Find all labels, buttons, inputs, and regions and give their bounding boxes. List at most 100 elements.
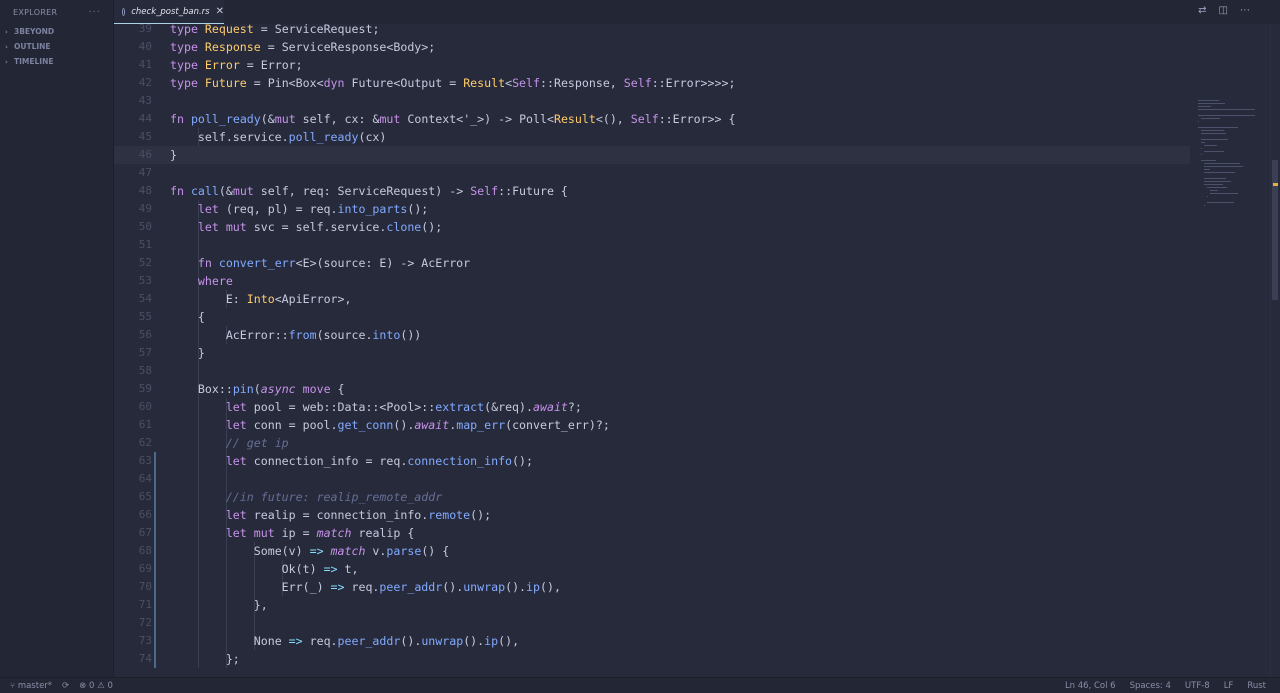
- close-icon[interactable]: ✕: [216, 6, 224, 17]
- code-line[interactable]: 43: [114, 92, 1190, 110]
- line-number[interactable]: 62: [114, 434, 152, 452]
- code-line[interactable]: 56 AcError::from(source.into()): [114, 326, 1190, 344]
- code-line[interactable]: 63 let connection_info = req.connection_i…: [114, 452, 1190, 470]
- code-line[interactable]: 71},: [114, 596, 1190, 614]
- minimap[interactable]: [1194, 24, 1270, 677]
- code-line[interactable]: 66 let realip = connection_info.remote();: [114, 506, 1190, 524]
- code-line[interactable]: 62 // get ip: [114, 434, 1190, 452]
- line-number[interactable]: 67: [114, 524, 152, 542]
- code-line[interactable]: 41 type Error = Error;: [114, 56, 1190, 74]
- code-line[interactable]: 59 Box::pin(async move {: [114, 380, 1190, 398]
- line-number[interactable]: 54: [114, 290, 152, 308]
- line-number[interactable]: 41: [114, 56, 152, 74]
- line-number[interactable]: 53: [114, 272, 152, 290]
- section-outline[interactable]: › OUTLINE: [0, 39, 113, 54]
- more-actions-icon[interactable]: ⋯: [1240, 5, 1250, 16]
- line-number[interactable]: 66: [114, 506, 152, 524]
- code-line[interactable]: 47: [114, 164, 1190, 182]
- line-number[interactable]: 42: [114, 74, 152, 92]
- compare-changes-icon[interactable]: ⇄: [1198, 5, 1206, 16]
- line-number[interactable]: 60: [114, 398, 152, 416]
- code-line[interactable]: 51: [114, 236, 1190, 254]
- line-number[interactable]: 58: [114, 362, 152, 380]
- line-number[interactable]: 61: [114, 416, 152, 434]
- code-line[interactable]: 49 let (req, pl) = req.into_parts();: [114, 200, 1190, 218]
- line-number[interactable]: 43: [114, 92, 152, 110]
- code-line[interactable]: 40 type Response = ServiceResponse<Body>;: [114, 38, 1190, 56]
- code-line[interactable]: 50 let mut svc = self.service.clone();: [114, 218, 1190, 236]
- line-number[interactable]: 59: [114, 380, 152, 398]
- indentation[interactable]: Spaces: 4: [1130, 681, 1171, 691]
- git-modified-indicator[interactable]: [154, 452, 156, 470]
- line-number[interactable]: 39: [114, 24, 152, 38]
- scrollbar-thumb[interactable]: [1272, 160, 1278, 300]
- git-modified-indicator[interactable]: [154, 506, 156, 524]
- line-number[interactable]: 52: [114, 254, 152, 272]
- git-modified-indicator[interactable]: [154, 470, 156, 488]
- line-number[interactable]: 55: [114, 308, 152, 326]
- code-line[interactable]: 72: [114, 614, 1190, 632]
- end-of-line[interactable]: LF: [1224, 681, 1234, 691]
- git-modified-indicator[interactable]: [154, 524, 156, 542]
- line-number[interactable]: 64: [114, 470, 152, 488]
- code-line[interactable]: 60 let pool = web::Data::<Pool>::extract(…: [114, 398, 1190, 416]
- sync-icon[interactable]: ⟳: [62, 681, 69, 691]
- git-modified-indicator[interactable]: [154, 632, 156, 650]
- code-line[interactable]: 45 self.service.poll_ready(cx): [114, 128, 1190, 146]
- encoding[interactable]: UTF-8: [1185, 681, 1210, 691]
- code-line[interactable]: 65 //in future: realip_remote_addr: [114, 488, 1190, 506]
- code-line[interactable]: 67 let mut ip = match realip {: [114, 524, 1190, 542]
- git-modified-indicator[interactable]: [154, 578, 156, 596]
- language-mode[interactable]: Rust: [1247, 681, 1266, 691]
- tab-check-post-ban[interactable]: check_post_ban.rs ✕: [114, 0, 224, 24]
- code-line[interactable]: 73 None => req.peer_addr().unwrap().ip(),: [114, 632, 1190, 650]
- branch-status[interactable]: ⑂ master*: [10, 681, 52, 691]
- code-line[interactable]: 46}: [114, 146, 1190, 164]
- line-number[interactable]: 57: [114, 344, 152, 362]
- line-number[interactable]: 49: [114, 200, 152, 218]
- line-number[interactable]: 56: [114, 326, 152, 344]
- code-line[interactable]: 61 let conn = pool.get_conn().await.map_e…: [114, 416, 1190, 434]
- line-number[interactable]: 65: [114, 488, 152, 506]
- code-line[interactable]: 64: [114, 470, 1190, 488]
- code-line[interactable]: 69 Ok(t) => t,: [114, 560, 1190, 578]
- code-line[interactable]: 57}: [114, 344, 1190, 362]
- section-timeline[interactable]: › TIMELINE: [0, 54, 113, 69]
- line-number[interactable]: 72: [114, 614, 152, 632]
- code-line[interactable]: 53 where: [114, 272, 1190, 290]
- line-number[interactable]: 71: [114, 596, 152, 614]
- code-line[interactable]: 70 Err(_) => req.peer_addr().unwrap().ip(…: [114, 578, 1190, 596]
- git-modified-indicator[interactable]: [154, 560, 156, 578]
- code-line[interactable]: 74};: [114, 650, 1190, 668]
- code-line[interactable]: 68 Some(v) => match v.parse() {: [114, 542, 1190, 560]
- line-number[interactable]: 70: [114, 578, 152, 596]
- line-number[interactable]: 69: [114, 560, 152, 578]
- code-line[interactable]: 39 type Request = ServiceRequest;: [114, 24, 1190, 38]
- cursor-position[interactable]: Ln 46, Col 6: [1065, 681, 1116, 691]
- line-number[interactable]: 50: [114, 218, 152, 236]
- line-number[interactable]: 51: [114, 236, 152, 254]
- line-number[interactable]: 74: [114, 650, 152, 668]
- code-line[interactable]: 42 type Future = Pin<Box<dyn Future<Outpu…: [114, 74, 1190, 92]
- line-number[interactable]: 68: [114, 542, 152, 560]
- problems-status[interactable]: ⊗ 0 ⚠ 0: [79, 681, 113, 691]
- line-number[interactable]: 73: [114, 632, 152, 650]
- git-modified-indicator[interactable]: [154, 542, 156, 560]
- code-line[interactable]: 55 {: [114, 308, 1190, 326]
- git-modified-indicator[interactable]: [154, 650, 156, 668]
- line-number[interactable]: 47: [114, 164, 152, 182]
- git-modified-indicator[interactable]: [154, 614, 156, 632]
- split-editor-icon[interactable]: ◫: [1219, 5, 1228, 16]
- git-modified-indicator[interactable]: [154, 596, 156, 614]
- section-3beyond[interactable]: › 3BEYOND: [0, 24, 113, 39]
- git-modified-indicator[interactable]: [154, 488, 156, 506]
- line-number[interactable]: 45: [114, 128, 152, 146]
- vertical-scrollbar[interactable]: [1270, 24, 1280, 677]
- code-line[interactable]: 44 fn poll_ready(&mut self, cx: &mut Cont…: [114, 110, 1190, 128]
- line-number[interactable]: 40: [114, 38, 152, 56]
- more-actions-icon[interactable]: ···: [88, 7, 101, 18]
- line-number[interactable]: 46: [114, 146, 152, 164]
- line-number[interactable]: 48: [114, 182, 152, 200]
- code-line[interactable]: 58: [114, 362, 1190, 380]
- code-line[interactable]: 54 E: Into<ApiError>,: [114, 290, 1190, 308]
